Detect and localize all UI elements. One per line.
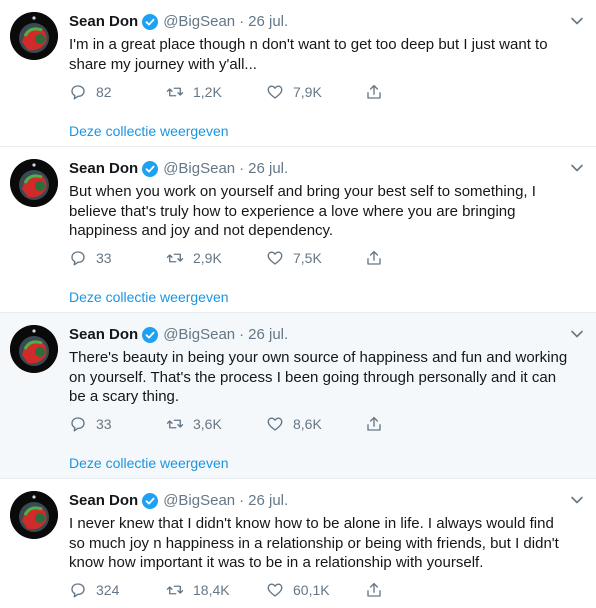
retweet-icon bbox=[166, 87, 184, 97]
avatar[interactable] bbox=[10, 159, 58, 207]
chevron-down-icon[interactable] bbox=[570, 14, 584, 28]
like-icon bbox=[267, 251, 283, 265]
tweet[interactable]: Sean Don @BigSean · 26 jul. I never knew… bbox=[0, 479, 596, 608]
like-icon bbox=[267, 85, 283, 99]
reply-icon bbox=[71, 251, 85, 266]
view-collection-link[interactable]: Deze collectie weergeven bbox=[69, 288, 229, 306]
reply-count: 33 bbox=[96, 250, 112, 266]
like-count: 7,5K bbox=[293, 250, 322, 266]
retweet-count: 1,2K bbox=[193, 84, 222, 100]
separator-dot: · bbox=[239, 326, 245, 343]
author-name[interactable]: Sean Don bbox=[69, 325, 138, 345]
reply-icon bbox=[71, 417, 85, 432]
like-button[interactable]: 60,1K bbox=[266, 580, 330, 600]
tweet-text: There's beauty in being your own source … bbox=[69, 349, 568, 405]
share-button[interactable] bbox=[365, 414, 383, 434]
tweet[interactable]: Sean Don @BigSean · 26 jul. I'm in a gre… bbox=[0, 0, 596, 146]
reply-count: 82 bbox=[96, 84, 112, 100]
retweet-count: 2,9K bbox=[193, 250, 222, 266]
verified-badge-icon bbox=[142, 493, 159, 509]
chevron-down-icon[interactable] bbox=[570, 493, 584, 507]
retweet-icon bbox=[166, 585, 184, 595]
like-icon bbox=[267, 417, 283, 431]
retweet-button[interactable]: 1,2K bbox=[166, 82, 222, 102]
tweet-header: Sean Don @BigSean · 26 jul. bbox=[69, 325, 556, 345]
separator-dot: · bbox=[239, 160, 245, 177]
reply-button[interactable]: 324 bbox=[69, 580, 119, 600]
reply-count: 33 bbox=[96, 416, 112, 432]
tweet-actions: 33 2,9K 7,5K bbox=[69, 248, 399, 268]
tweet-feed: Sean Don @BigSean · 26 jul. I'm in a gre… bbox=[0, 0, 596, 608]
author-handle[interactable]: @BigSean bbox=[163, 12, 235, 32]
like-count: 60,1K bbox=[293, 582, 330, 598]
tweet-text: I never knew that I didn't know how to b… bbox=[69, 515, 559, 571]
tweet-header: Sean Don @BigSean · 26 jul. bbox=[69, 491, 556, 511]
reply-button[interactable]: 33 bbox=[69, 414, 112, 434]
tweet-actions: 82 1,2K 7,9K bbox=[69, 82, 399, 102]
like-button[interactable]: 7,9K bbox=[266, 82, 322, 102]
author-handle[interactable]: @BigSean bbox=[163, 491, 235, 511]
tweet-timestamp[interactable]: 26 jul. bbox=[248, 491, 288, 511]
tweet-timestamp[interactable]: 26 jul. bbox=[248, 12, 288, 32]
tweet-actions: 33 3,6K 8,6K bbox=[69, 414, 399, 434]
like-button[interactable]: 8,6K bbox=[266, 414, 322, 434]
author-handle[interactable]: @BigSean bbox=[163, 159, 235, 179]
retweet-icon bbox=[166, 419, 184, 429]
avatar[interactable] bbox=[10, 491, 58, 539]
like-count: 7,9K bbox=[293, 84, 322, 100]
retweet-icon bbox=[166, 253, 184, 263]
tweet-actions: 324 18,4K 60,1K bbox=[69, 580, 399, 600]
retweet-count: 18,4K bbox=[193, 582, 230, 598]
reply-icon bbox=[71, 583, 85, 598]
retweet-count: 3,6K bbox=[193, 416, 222, 432]
reply-icon bbox=[71, 85, 85, 100]
verified-badge-icon bbox=[142, 14, 159, 30]
tweet[interactable]: Sean Don @BigSean · 26 jul. But when you… bbox=[0, 147, 596, 312]
tweet-header: Sean Don @BigSean · 26 jul. bbox=[69, 159, 556, 179]
verified-badge-icon bbox=[142, 161, 159, 177]
like-icon bbox=[267, 583, 283, 597]
author-handle[interactable]: @BigSean bbox=[163, 325, 235, 345]
verified-badge-icon bbox=[142, 327, 159, 343]
chevron-down-icon[interactable] bbox=[570, 161, 584, 175]
share-icon bbox=[367, 84, 381, 99]
share-icon bbox=[367, 250, 381, 265]
tweet-text: I'm in a great place though n don't want… bbox=[69, 36, 548, 73]
separator-dot: · bbox=[239, 13, 245, 30]
share-button[interactable] bbox=[365, 82, 383, 102]
view-collection-link[interactable]: Deze collectie weergeven bbox=[69, 122, 229, 140]
retweet-button[interactable]: 2,9K bbox=[166, 248, 222, 268]
tweet-timestamp[interactable]: 26 jul. bbox=[248, 325, 288, 345]
chevron-down-icon[interactable] bbox=[570, 327, 584, 341]
tweet-header: Sean Don @BigSean · 26 jul. bbox=[69, 12, 556, 32]
reply-button[interactable]: 33 bbox=[69, 248, 112, 268]
share-button[interactable] bbox=[365, 580, 383, 600]
tweet-text: But when you work on yourself and bring … bbox=[69, 183, 536, 239]
author-name[interactable]: Sean Don bbox=[69, 12, 138, 32]
tweet[interactable]: Sean Don @BigSean · 26 jul. There's beau… bbox=[0, 313, 596, 478]
avatar[interactable] bbox=[10, 12, 58, 60]
reply-count: 324 bbox=[96, 582, 120, 598]
tweet-timestamp[interactable]: 26 jul. bbox=[248, 159, 288, 179]
like-count: 8,6K bbox=[293, 416, 322, 432]
share-icon bbox=[367, 416, 381, 431]
author-name[interactable]: Sean Don bbox=[69, 159, 138, 179]
separator-dot: · bbox=[239, 492, 245, 509]
author-name[interactable]: Sean Don bbox=[69, 491, 138, 511]
share-button[interactable] bbox=[365, 248, 383, 268]
retweet-button[interactable]: 18,4K bbox=[166, 580, 230, 600]
avatar[interactable] bbox=[10, 325, 58, 373]
retweet-button[interactable]: 3,6K bbox=[166, 414, 222, 434]
share-icon bbox=[367, 582, 381, 597]
like-button[interactable]: 7,5K bbox=[266, 248, 322, 268]
reply-button[interactable]: 82 bbox=[69, 82, 112, 102]
view-collection-link[interactable]: Deze collectie weergeven bbox=[69, 454, 229, 472]
